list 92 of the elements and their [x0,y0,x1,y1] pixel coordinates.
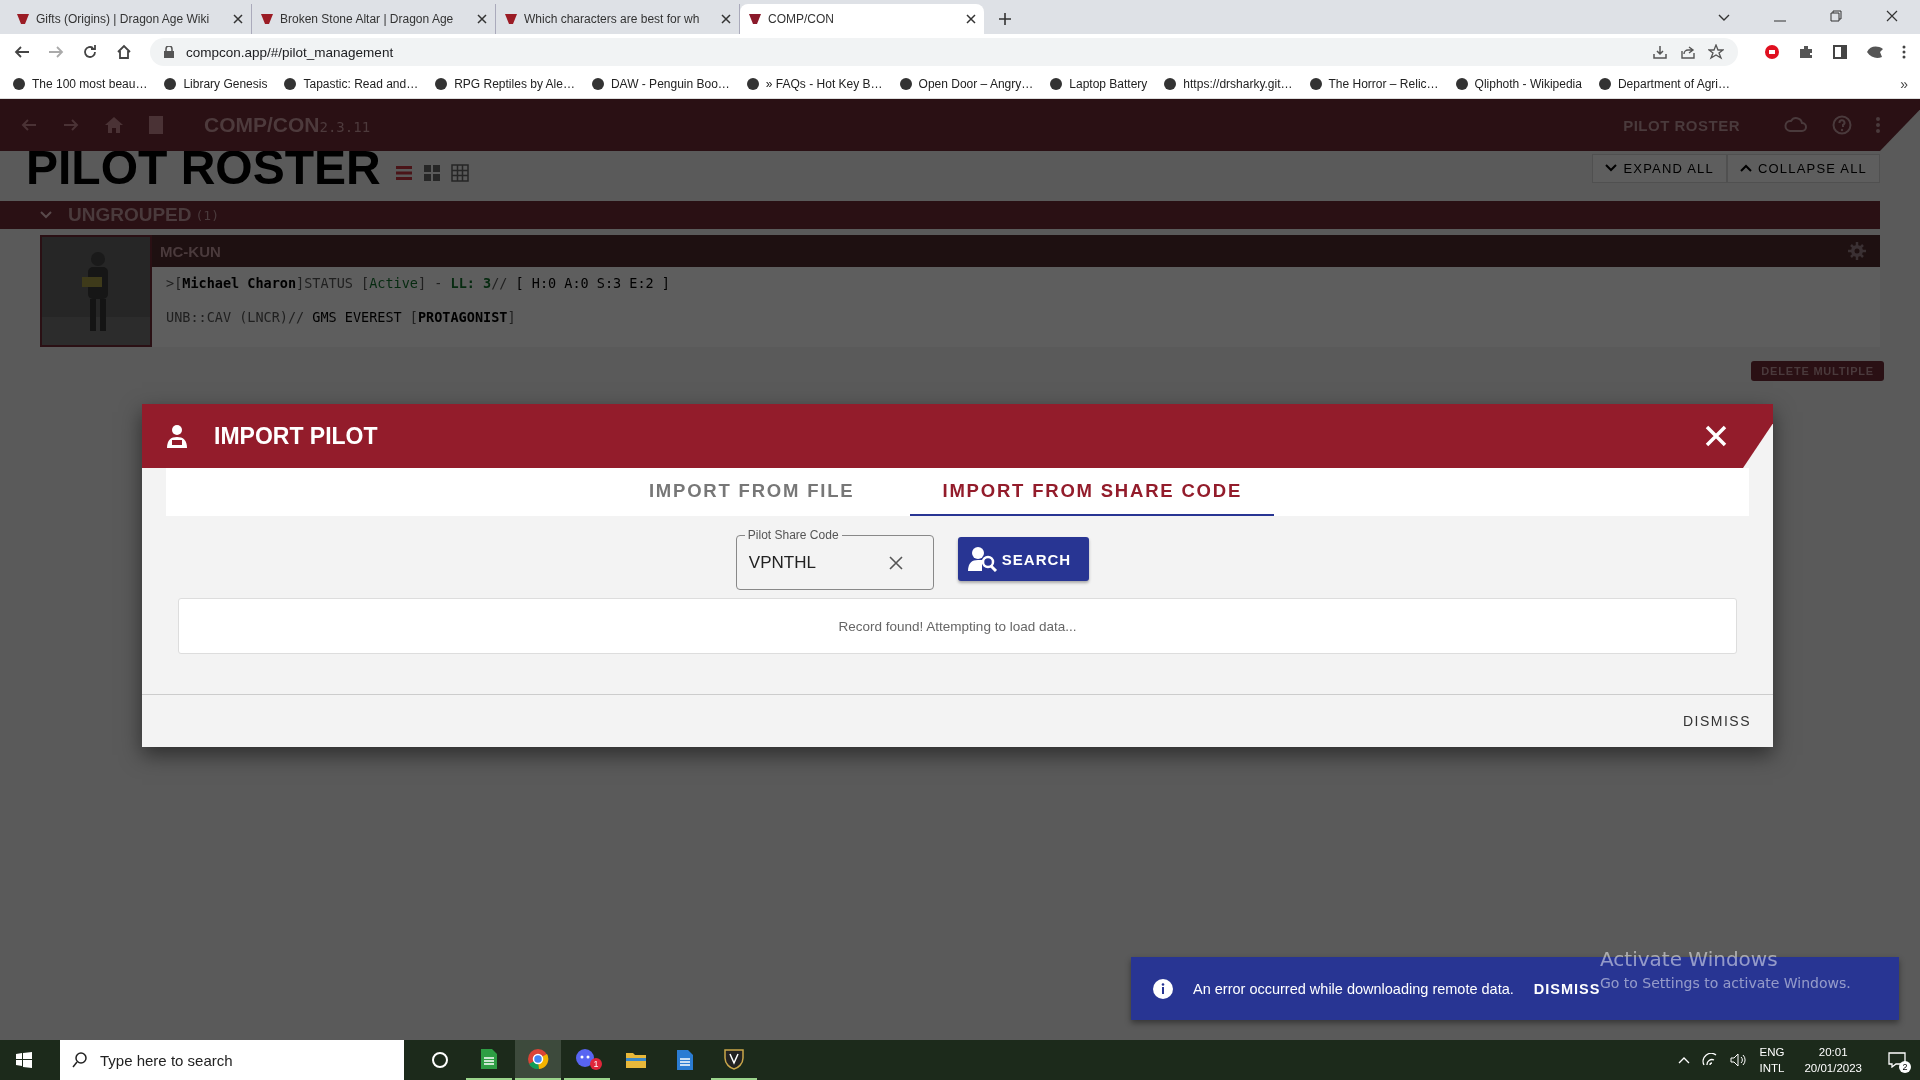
site-icon [260,12,274,26]
restore-icon[interactable] [1830,10,1842,22]
import-tab[interactable]: IMPORT FROM FILE [616,468,887,516]
install-icon[interactable] [1652,44,1668,60]
new-tab-icon[interactable] [998,12,1012,26]
speaker-icon[interactable] [1729,1053,1748,1067]
sidebar-icon[interactable] [1832,44,1848,60]
bookmark-icon [434,77,449,91]
star-icon[interactable] [1708,44,1724,60]
bookmark[interactable]: Library Genesis [163,77,268,91]
shield-icon [723,1048,745,1070]
bookmark-icon [1454,77,1469,91]
bookmark-icon [745,77,760,91]
stop-sign-icon[interactable] [1764,44,1780,60]
lock-icon [164,46,174,58]
snackbar-dismiss-button[interactable]: DISMISS [1533,980,1601,997]
folder-icon [625,1051,647,1069]
bookmark[interactable]: Department of Agri… [1597,77,1730,91]
search-button[interactable]: SEARCH [957,537,1090,581]
bookmark[interactable]: » FAQs - Hot Key B… [745,77,883,91]
chevron-up-icon[interactable] [1677,1056,1690,1064]
dismiss-button[interactable]: DISMISS [1676,712,1757,730]
document-icon [676,1049,694,1071]
bookmark[interactable]: Qliphoth - Wikipedia [1454,77,1582,91]
bookmark-icon [1597,77,1612,91]
bookmark-icon [590,77,605,91]
wifi-icon[interactable] [1701,1053,1718,1067]
bookmark-icon [12,77,26,91]
message-icon [1888,1052,1906,1068]
reload-icon[interactable] [82,44,98,60]
tab-search-icon[interactable] [1718,14,1730,22]
bookmark[interactable]: Tapastic: Read and… [283,77,419,91]
chevron-down-icon [1605,164,1618,172]
bookmark-icon [283,77,298,91]
circle-icon [431,1051,449,1069]
pilot-summary: >[Michael Charon]STATUS [Active] - LL: 3// [ H:0 A:0 S:3 E:2 ] [166,275,671,291]
close-icon[interactable] [966,14,976,24]
address-bar[interactable]: compcon.app/#/pilot_management [150,38,1738,66]
tile-view-icon[interactable] [422,164,441,182]
language-indicator[interactable]: ENG INTL [1759,1044,1785,1076]
browser-tab[interactable]: COMP/CON [740,4,984,34]
bookmark-icon [163,77,178,91]
chevron-icon [40,211,52,219]
bookmark[interactable]: Open Door – Angry… [898,77,1034,91]
share-code-field[interactable]: Pilot Share Code VPNTHL [735,528,934,590]
field-label: Pilot Share Code [746,528,840,542]
import-tab[interactable]: IMPORT FROM SHARE CODE [910,468,1275,516]
spreadsheet-icon [480,1048,498,1070]
site-icon [748,12,762,26]
share-icon[interactable] [1680,44,1696,60]
clock[interactable]: 20:01 20/01/2023 [1796,1044,1870,1076]
search-icon [72,1052,88,1068]
field-value: VPNTHL [748,552,817,573]
puzzle-icon[interactable] [1798,44,1814,60]
bookmark-icon [1049,77,1064,91]
snackbar-message: An error occurred while downloading remote data. [1193,980,1514,997]
info-icon [1153,978,1173,999]
search-placeholder: Type here to search [100,1051,233,1069]
back-icon[interactable] [14,44,30,60]
bookmark-icon [1163,77,1178,91]
close-icon[interactable] [1886,10,1898,22]
pilot-mech: UNB::CAV (LNCR)// GMS EVEREST [PROTAGONIST] [166,309,517,325]
taskbar-search-field[interactable]: Type here to search [60,1040,404,1080]
activation-hint: Go to Settings to activate Windows. [1600,975,1851,991]
notification-badge: 1 [590,1058,602,1070]
menu-icon[interactable] [1902,45,1906,59]
start-icon[interactable] [16,1052,32,1068]
browser-icon [527,1048,549,1070]
bookmark[interactable]: The 100 most beau… [12,77,148,91]
more-bookmarks-button[interactable]: » [1900,76,1908,92]
clear-icon[interactable] [888,555,903,570]
bookmark[interactable]: RPG Reptiles by Ale… [434,77,575,91]
status-message: Record found! Attempting to load data... [178,598,1737,654]
taskbar-app[interactable]: 1 [564,1040,610,1080]
bookmark-icon [1308,77,1323,91]
page-title: PILOT ROSTER [26,145,381,191]
close-icon[interactable] [233,14,243,24]
site-icon [16,12,30,26]
pilot-icon [166,424,188,448]
person-search-icon [967,546,998,572]
bookmark-icon [898,77,913,91]
close-icon[interactable] [721,14,731,24]
bookmark[interactable]: Laptop Battery [1049,77,1148,91]
bookmark[interactable]: The Horror – Relic… [1308,77,1439,91]
site-icon [504,12,518,26]
home-icon[interactable] [116,44,132,60]
dialog-title: IMPORT PILOT [214,422,378,450]
chevron-up-icon [1739,164,1752,172]
close-icon[interactable] [477,14,487,24]
bookmark[interactable]: DAW - Penguin Boo… [590,77,730,91]
bookmark[interactable]: https://drsharky.git… [1163,77,1293,91]
notifications-button[interactable]: 2 [1882,1045,1912,1075]
